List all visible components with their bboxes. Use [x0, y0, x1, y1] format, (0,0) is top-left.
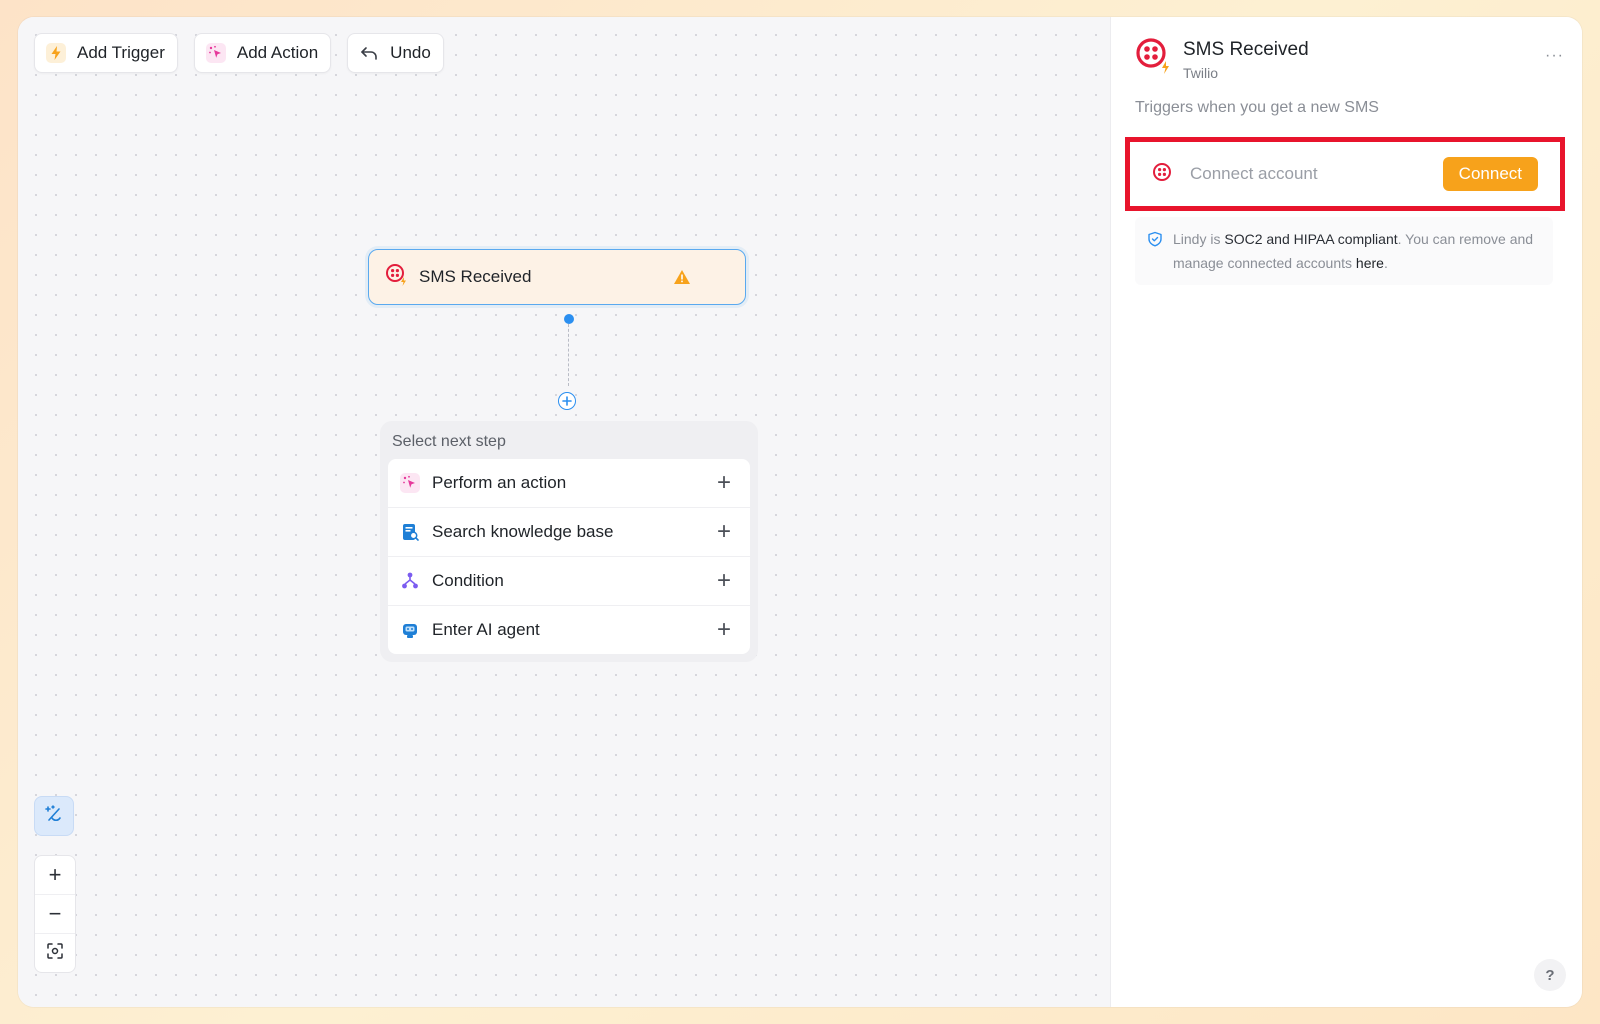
compliance-prefix: Lindy is	[1173, 231, 1225, 247]
next-step-enter-ai-agent[interactable]: Enter AI agent +	[388, 606, 750, 654]
add-action-button[interactable]: Add Action	[193, 33, 332, 73]
zoom-in-button[interactable]: +	[35, 856, 75, 895]
branch-icon	[400, 571, 420, 591]
plus-icon[interactable]: +	[714, 567, 734, 595]
canvas-toolbar: Add Trigger Add Action Undo	[34, 33, 444, 73]
next-step-condition[interactable]: Condition +	[388, 557, 750, 606]
manage-accounts-link[interactable]: here	[1356, 255, 1384, 271]
sparkle-cursor-icon	[205, 42, 227, 64]
next-step-label: Condition	[432, 571, 504, 590]
trigger-node-title: SMS Received	[419, 267, 532, 286]
more-options-button[interactable]: ···	[1545, 47, 1564, 65]
next-step-menu: Select next step Perform an action + Sea…	[380, 421, 758, 662]
compliance-highlight: SOC2 and HIPAA compliant	[1224, 231, 1398, 247]
compliance-suffix: .	[1383, 255, 1388, 271]
zoom-controls: + −	[34, 855, 76, 973]
next-step-perform-action[interactable]: Perform an action +	[388, 459, 750, 508]
next-step-search-knowledge-base[interactable]: Search knowledge base +	[388, 508, 750, 557]
plus-icon[interactable]: +	[714, 518, 734, 546]
zoom-out-button[interactable]: −	[35, 895, 75, 934]
next-step-label: Perform an action	[432, 473, 567, 492]
twilio-icon	[385, 263, 409, 292]
warning-icon	[673, 268, 691, 286]
panel-description: Triggers when you get a new SMS	[1135, 99, 1379, 116]
knowledge-base-icon	[400, 522, 420, 542]
app-window: Add Trigger Add Action Undo SMS Received	[18, 17, 1582, 1007]
connect-account-select[interactable]: Connect account	[1190, 164, 1425, 184]
help-button[interactable]: ?	[1534, 959, 1566, 991]
shield-icon	[1147, 230, 1163, 247]
node-connector	[568, 324, 569, 386]
fit-view-icon	[46, 940, 64, 966]
fit-view-button[interactable]	[35, 934, 75, 972]
twilio-icon	[1152, 162, 1172, 187]
add-trigger-label: Add Trigger	[77, 43, 165, 62]
node-output-handle[interactable]	[564, 314, 574, 324]
connect-account-row: Connect account Connect	[1125, 137, 1565, 211]
add-action-label: Add Action	[236, 43, 319, 62]
add-trigger-button[interactable]: Add Trigger	[34, 33, 178, 73]
trigger-node[interactable]: SMS Received	[368, 249, 746, 305]
undo-icon	[358, 42, 380, 64]
undo-button[interactable]: Undo	[347, 33, 444, 73]
panel-title: SMS Received	[1183, 39, 1309, 60]
undo-label: Undo	[390, 43, 431, 62]
twilio-logo-icon	[1135, 37, 1171, 74]
next-step-list: Perform an action + Search knowledge bas…	[388, 459, 750, 654]
workflow-canvas[interactable]: Add Trigger Add Action Undo SMS Received	[18, 17, 1110, 1007]
sparkle-cursor-icon	[400, 473, 420, 493]
connect-button[interactable]: Connect	[1442, 157, 1538, 191]
next-step-title: Select next step	[392, 433, 506, 450]
plus-icon[interactable]: +	[714, 469, 734, 497]
add-step-icon[interactable]	[558, 392, 576, 410]
compliance-note: Lindy is SOC2 and HIPAA compliant. You c…	[1135, 217, 1553, 285]
magic-wand-icon	[43, 803, 65, 830]
robot-icon	[400, 620, 420, 640]
next-step-label: Search knowledge base	[432, 522, 614, 541]
plus-icon[interactable]: +	[714, 616, 734, 644]
auto-layout-button[interactable]	[34, 796, 74, 836]
next-step-label: Enter AI agent	[432, 620, 540, 639]
panel-subtitle: Twilio	[1183, 65, 1219, 81]
panel-header: SMS Received Twilio	[1135, 37, 1309, 81]
trigger-details-panel: SMS Received Twilio ··· Triggers when yo…	[1110, 17, 1582, 1007]
lightning-icon	[45, 42, 67, 64]
